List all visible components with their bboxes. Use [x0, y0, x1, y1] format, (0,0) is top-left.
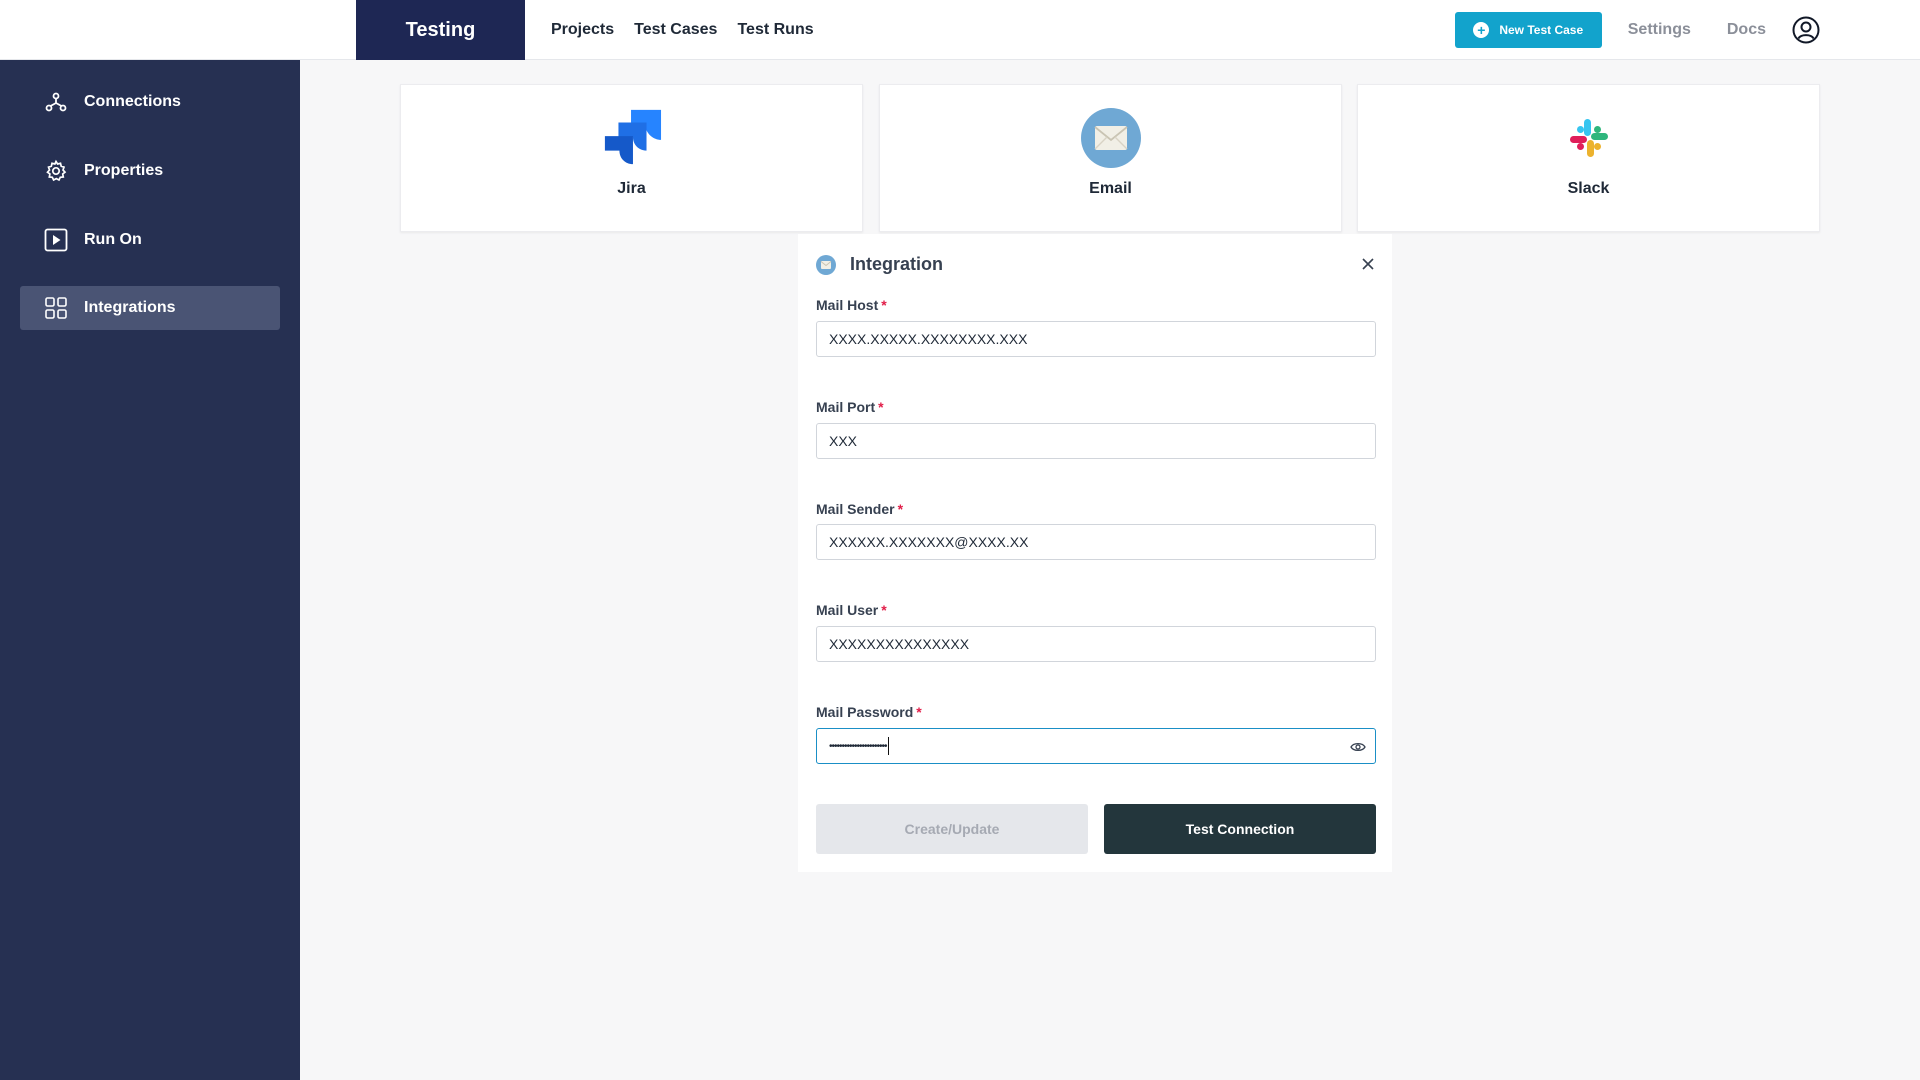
- sidebar: Connections Properties Run On Integratio…: [0, 60, 300, 1080]
- sidebar-item-integrations[interactable]: Integrations: [20, 286, 280, 330]
- create-update-button[interactable]: Create/Update: [816, 804, 1088, 854]
- top-nav: Projects Test Cases Test Runs: [551, 0, 814, 60]
- jira-logo-icon: [602, 108, 662, 168]
- mail-user-label: Mail User *: [816, 602, 887, 618]
- connections-icon: [44, 90, 68, 114]
- integration-card-jira[interactable]: Jira: [400, 84, 863, 232]
- sidebar-item-connections[interactable]: Connections: [20, 80, 280, 124]
- text-caret: [887, 737, 889, 755]
- nav-projects[interactable]: Projects: [551, 21, 614, 39]
- user-avatar-icon[interactable]: [1792, 16, 1820, 44]
- settings-link[interactable]: Settings: [1628, 21, 1691, 39]
- sidebar-item-run-on[interactable]: Run On: [20, 218, 280, 262]
- email-small-icon: [816, 254, 836, 275]
- mail-password-label: Mail Password *: [816, 704, 922, 720]
- mail-user-input[interactable]: XXXXXXXXXXXXXXX: [816, 626, 1376, 662]
- mail-host-input[interactable]: XXXX.XXXXX.XXXXXXXX.XXX: [816, 321, 1376, 357]
- grid-icon: [44, 296, 68, 320]
- brand-logo[interactable]: Testing: [356, 0, 525, 60]
- top-right-actions: + New Test Case Settings Docs: [1454, 0, 1820, 60]
- top-bar: Testing Projects Test Cases Test Runs + …: [0, 0, 1920, 60]
- integration-card-email[interactable]: Email: [879, 84, 1342, 232]
- close-icon[interactable]: [1358, 254, 1378, 274]
- docs-link[interactable]: Docs: [1727, 21, 1766, 39]
- slack-logo-icon: [1559, 108, 1619, 168]
- integration-name: Email: [1089, 180, 1132, 197]
- play-icon: [44, 228, 68, 252]
- mail-sender-input[interactable]: XXXXXX.XXXXXXX@XXXX.XX: [816, 524, 1376, 560]
- panel-title: Integration: [850, 254, 943, 274]
- mail-host-label: Mail Host *: [816, 297, 887, 313]
- sidebar-item-label: Connections: [84, 93, 181, 110]
- gear-icon: [44, 159, 68, 183]
- new-test-case-label: New Test Case: [1499, 23, 1584, 37]
- integration-name: Jira: [617, 180, 646, 197]
- integration-card-slack[interactable]: Slack: [1357, 84, 1820, 232]
- new-test-case-button[interactable]: + New Test Case: [1454, 12, 1602, 48]
- eye-icon[interactable]: [1349, 738, 1367, 756]
- panel-header: Integration: [816, 254, 943, 275]
- test-connection-button[interactable]: Test Connection: [1104, 804, 1376, 854]
- mail-password-input[interactable]: •••••••••••••••••••••••: [816, 728, 1376, 764]
- mail-port-input[interactable]: XXX: [816, 423, 1376, 459]
- integration-name: Slack: [1567, 180, 1610, 197]
- mail-port-label: Mail Port *: [816, 399, 884, 415]
- nav-test-runs[interactable]: Test Runs: [737, 21, 813, 39]
- password-value: •••••••••••••••••••••••: [829, 740, 888, 752]
- sidebar-item-properties[interactable]: Properties: [20, 149, 280, 193]
- sidebar-item-label: Integrations: [84, 299, 176, 316]
- sidebar-item-label: Run On: [84, 231, 142, 248]
- email-logo-icon: [1080, 108, 1141, 168]
- plus-icon: +: [1473, 22, 1490, 38]
- nav-test-cases[interactable]: Test Cases: [634, 21, 717, 39]
- integration-panel: Integration Mail Host * XXXX.XXXXX.XXXXXX…: [798, 234, 1392, 872]
- sidebar-item-label: Properties: [84, 162, 164, 179]
- mail-sender-label: Mail Sender *: [816, 501, 904, 517]
